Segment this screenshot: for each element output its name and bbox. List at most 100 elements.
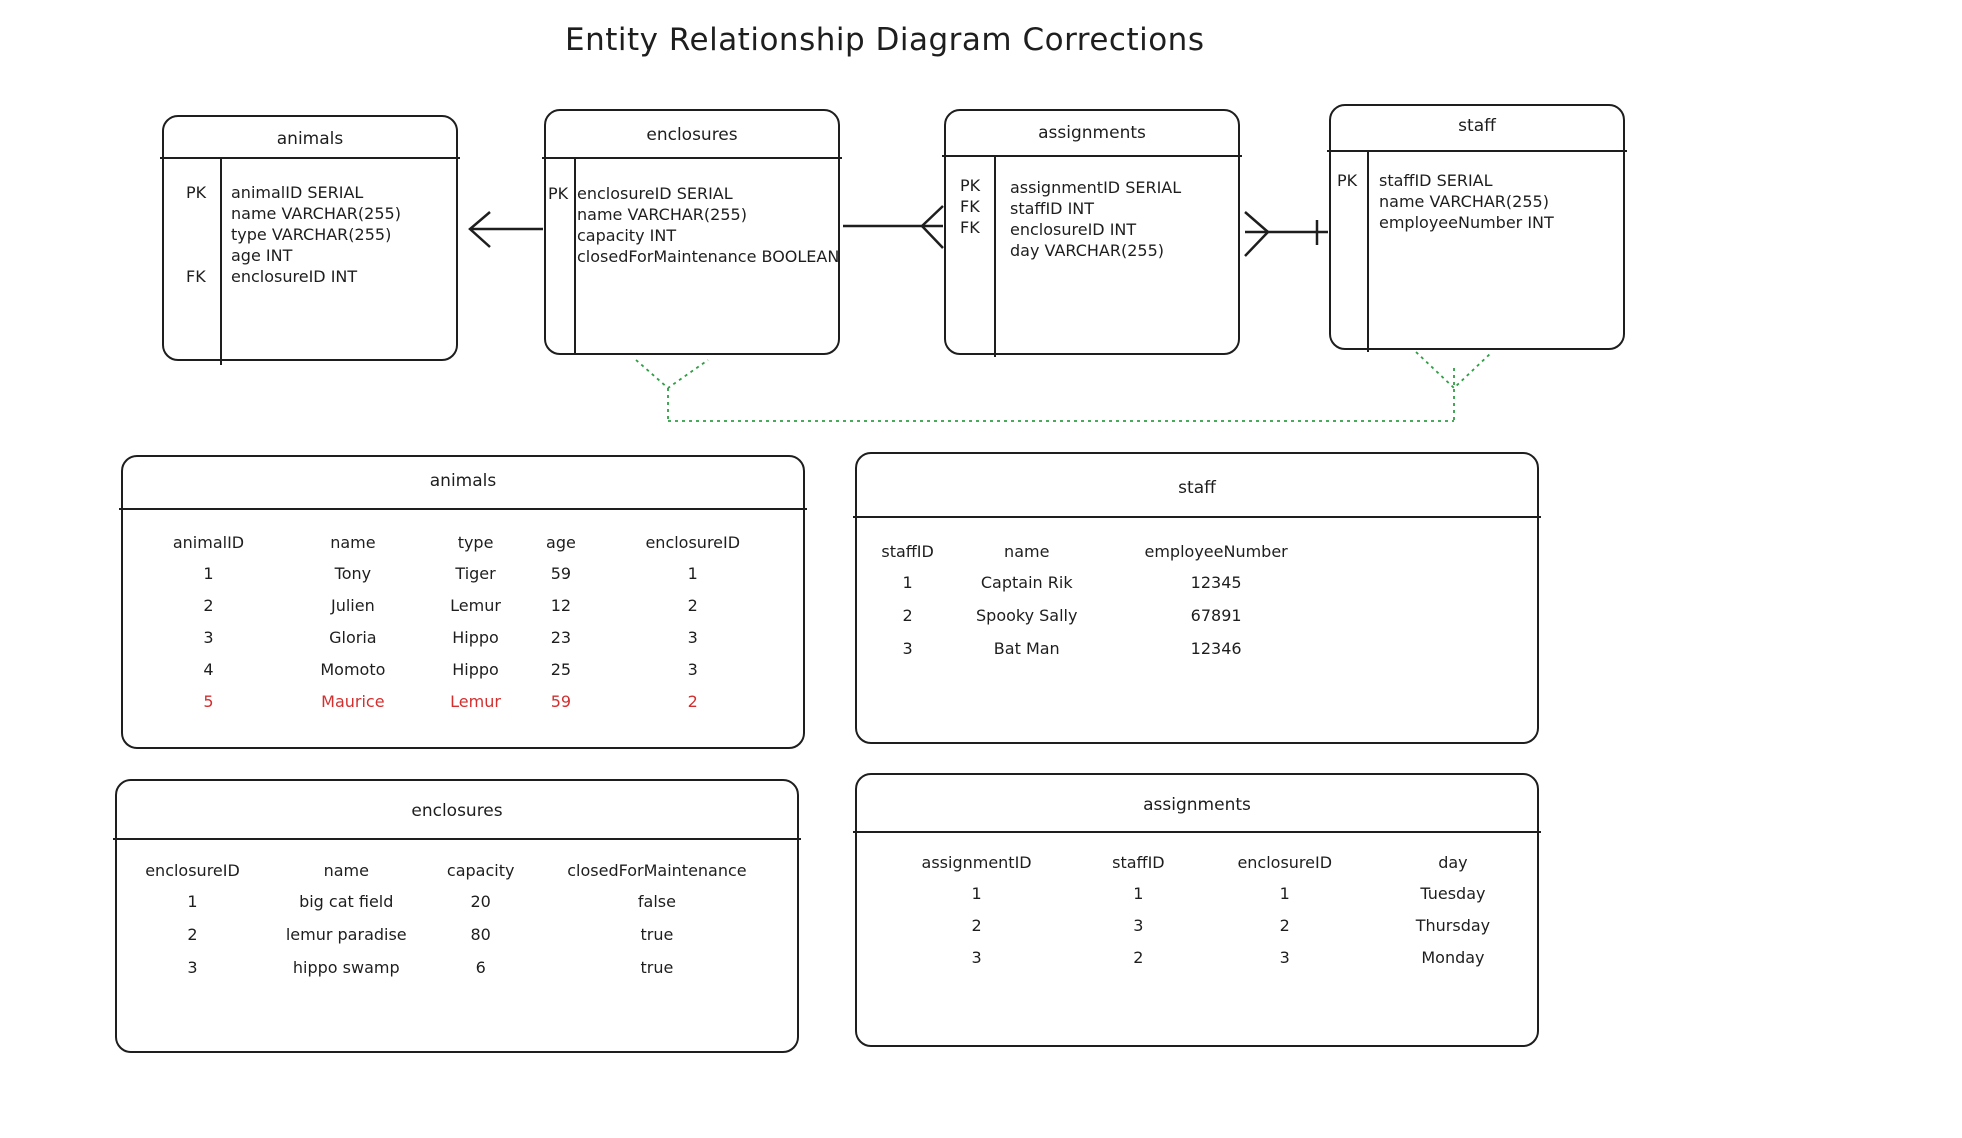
entity-assignments[interactable]: assignments PK FK FK assignmentID SERIAL st… (942, 109, 1242, 357)
field-definition: enclosureID SERIAL (577, 184, 733, 203)
table-cell: 3 (902, 639, 913, 658)
table-row: 5 Maurice Lemur 59 2 (133, 685, 793, 717)
table-enclosures[interactable]: enclosures enclosureID name capacity closed… (113, 779, 801, 1053)
table-cell: Tuesday (1420, 883, 1486, 903)
table-cell: Maurice (321, 691, 385, 711)
table-cell: 3 (187, 958, 198, 977)
table-cell: 20 (470, 892, 491, 911)
table-cell: Lemur (450, 691, 501, 711)
field-list: staffID SERIAL name VARCHAR(255) employeeN… (1379, 170, 1554, 233)
animals-enclosures-relation (468, 211, 543, 248)
table-cell: 5 (203, 691, 214, 711)
header-row: enclosureID name capacity closedForMaintena… (125, 855, 785, 885)
entity-title: enclosures (646, 125, 738, 145)
enclosures-assignments-relation (843, 205, 944, 249)
table-cell: Spooky Sally (976, 606, 1078, 625)
divider (1327, 150, 1627, 152)
table-title: assignments (1143, 795, 1251, 815)
column-header: staffID (1112, 852, 1165, 872)
table-cell: Monday (1421, 947, 1485, 967)
table-cell: 2 (1279, 915, 1290, 935)
field-list: assignmentID SERIAL staffID INT enclosureI… (1010, 177, 1181, 261)
table-cell: 1 (971, 883, 982, 903)
table-cell: 1 (1133, 883, 1144, 903)
table-row: 2 Spooky Sally 67891 (867, 599, 1327, 632)
column-header: closedForMaintenance (567, 860, 747, 880)
table-cell: Gloria (329, 627, 377, 647)
table-cell: 2 (687, 691, 698, 711)
header-row: staffID name employeeNumber (867, 536, 1327, 566)
key-label: PK (186, 183, 207, 202)
data-table: animalID name type age enclosureID 1 Tony Tiger… (133, 527, 793, 717)
table-cell: 3 (687, 627, 698, 647)
table-row: 2 3 2 Thursday (867, 909, 1527, 941)
table-cell: 2 (203, 595, 214, 615)
field-definition: capacity INT (577, 226, 677, 245)
column-header: staffID (881, 541, 934, 561)
key-label (960, 238, 980, 259)
column-header: employeeNumber (1144, 541, 1288, 561)
table-cell: big cat field (299, 892, 394, 911)
table-row: 3 Gloria Hippo 23 3 (133, 621, 793, 653)
table-cell: 1 (1279, 883, 1290, 903)
table-cell: true (640, 925, 674, 944)
divider (853, 516, 1541, 518)
table-cell: Momoto (320, 659, 386, 679)
column-header: day (1438, 852, 1468, 872)
table-assignments[interactable]: assignments assignmentID staffID enclosure… (853, 773, 1541, 1047)
entity-animals[interactable]: animals PK FK animalID SERIAL name VARCHAR… (160, 115, 460, 365)
field-definition: age INT (231, 246, 293, 265)
field-definition: day VARCHAR(255) (1010, 241, 1164, 260)
field-definition: name VARCHAR(255) (231, 204, 401, 223)
table-title: animals (429, 471, 497, 491)
field-definition: employeeNumber INT (1379, 213, 1554, 232)
column-header: capacity (446, 860, 515, 880)
divider (853, 831, 1541, 833)
key-column: PK FK FK (960, 175, 980, 259)
entity-enclosures[interactable]: enclosures PK enclosureID SERIAL name VAR… (542, 109, 842, 355)
table-row: 3 hippo swamp 6 true (125, 951, 785, 984)
entity-staff[interactable]: staff PK staffID SERIAL name VARCHAR(255)… (1327, 104, 1627, 352)
column-header: name (1004, 541, 1050, 561)
diagram-canvas: Entity Relationship Diagram Corrections … (0, 0, 1962, 1138)
field-definition: type VARCHAR(255) (231, 225, 392, 244)
table-cell: lemur paradise (285, 925, 407, 944)
key-column: PK (548, 183, 568, 267)
table-cell: 2 (687, 595, 698, 615)
divider (160, 157, 460, 159)
table-cell: Bat Man (993, 639, 1060, 658)
table-row: 1 Captain Rik 12345 (867, 566, 1327, 599)
field-definition: name VARCHAR(255) (1379, 192, 1549, 211)
field-definition: animalID SERIAL (231, 183, 364, 202)
table-cell: 23 (550, 627, 572, 647)
table-row: 4 Momoto Hippo 25 3 (133, 653, 793, 685)
table-cell: Tiger (455, 563, 496, 583)
key-label: PK (548, 184, 569, 203)
header-row: assignmentID staffID enclosureID day (867, 847, 1527, 877)
field-definition: assignmentID SERIAL (1010, 178, 1182, 197)
table-cell: 2 (1133, 947, 1144, 967)
table-staff[interactable]: staff staffID name employeeNumber 1 Captain … (853, 452, 1541, 744)
divider (574, 159, 576, 355)
table-cell: Hippo (452, 627, 499, 647)
key-label: PK (960, 176, 981, 195)
divider (220, 159, 222, 365)
table-row: 1 Tony Tiger 59 1 (133, 557, 793, 589)
table-cell: 25 (550, 659, 572, 679)
divider (1367, 152, 1369, 352)
key-label: FK (960, 218, 980, 237)
key-label (1337, 191, 1357, 212)
table-cell: 2 (971, 915, 982, 935)
divider (942, 155, 1242, 157)
table-cell: hippo swamp (292, 958, 400, 977)
key-label (186, 203, 206, 224)
column-header: enclosureID (145, 860, 240, 880)
data-table: staffID name employeeNumber 1 Captain Rik 123… (867, 536, 1327, 665)
table-animals[interactable]: animals animalID name type age enclosureID 1 T… (119, 455, 807, 749)
table-cell: Hippo (452, 659, 499, 679)
column-header: animalID (172, 532, 245, 552)
entity-title: staff (1458, 116, 1496, 136)
table-cell: false (637, 892, 676, 911)
table-cell: 3 (687, 659, 698, 679)
data-table: assignmentID staffID enclosureID day 1 1 1 Tues… (867, 847, 1527, 973)
